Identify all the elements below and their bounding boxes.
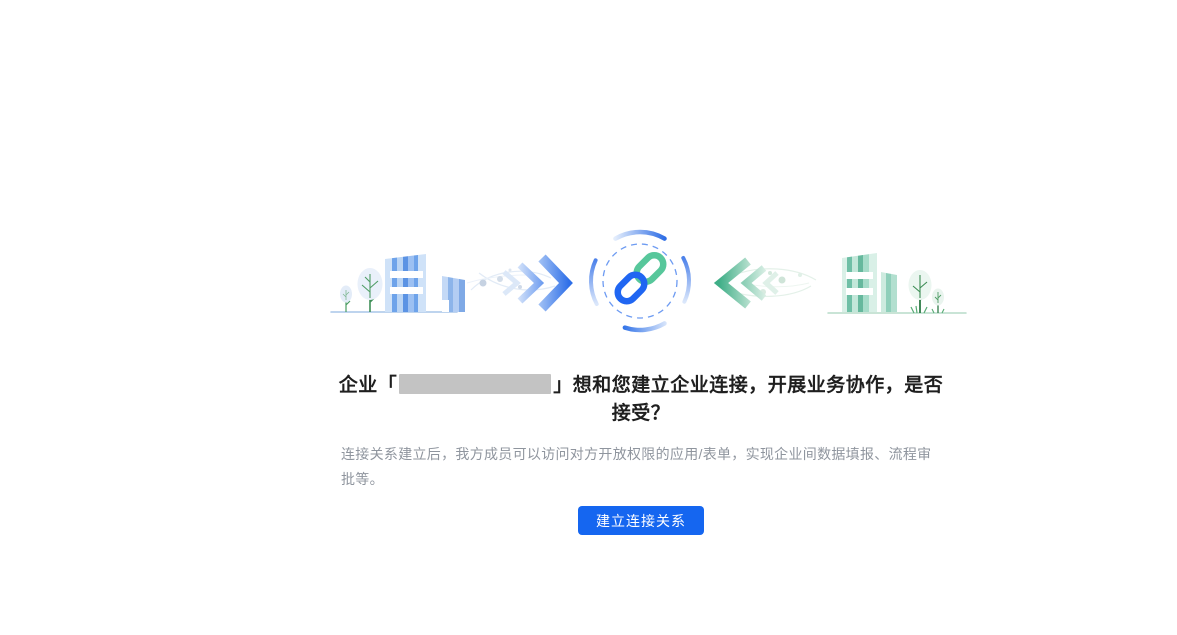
big-tree-icon xyxy=(357,268,383,312)
invite-heading: 企业「 」想和您建立企业连接，开展业务协作，是否接受？ xyxy=(335,372,947,428)
blue-main-tower xyxy=(385,254,426,312)
invite-description: 连接关系建立后，我方成员可以访问对方开放权限的应用/表单，实现企业间数据填报、流… xyxy=(341,446,932,487)
right-company-buildings-icon xyxy=(827,253,967,314)
window-band xyxy=(390,287,423,294)
arc-left xyxy=(589,258,599,306)
connection-illustration xyxy=(330,229,967,333)
data-flow-left-arrow-icon xyxy=(713,257,817,309)
connection-invite-panel: 企业「 」想和您建立企业连接，开展业务协作，是否接受？ 连接关系建立后，我方成员可… xyxy=(311,228,971,535)
big-tree-icon xyxy=(908,270,932,314)
green-annex-tower xyxy=(881,272,897,312)
window-band xyxy=(390,271,423,278)
window-band xyxy=(846,288,873,295)
blue-annex-tower xyxy=(442,276,465,312)
data-flow-right-arrow-icon xyxy=(466,254,573,312)
company-name-redacted xyxy=(399,374,552,394)
arc-right xyxy=(681,256,691,304)
invite-heading-suffix: 」想和您建立企业连接，开展业务协作，是否接受？ xyxy=(553,375,944,424)
small-tree-icon xyxy=(340,285,352,312)
invite-heading-prefix: 企业「 xyxy=(338,375,398,396)
arc-bottom xyxy=(622,321,667,333)
small-tree-icon xyxy=(931,288,945,314)
green-main-tower xyxy=(842,253,877,312)
left-company-buildings-icon xyxy=(330,254,465,313)
establish-connection-button[interactable]: 建立连接关系 xyxy=(578,506,704,535)
arc-top xyxy=(613,229,667,241)
window-band xyxy=(846,272,873,279)
connection-link-icon xyxy=(589,229,691,333)
